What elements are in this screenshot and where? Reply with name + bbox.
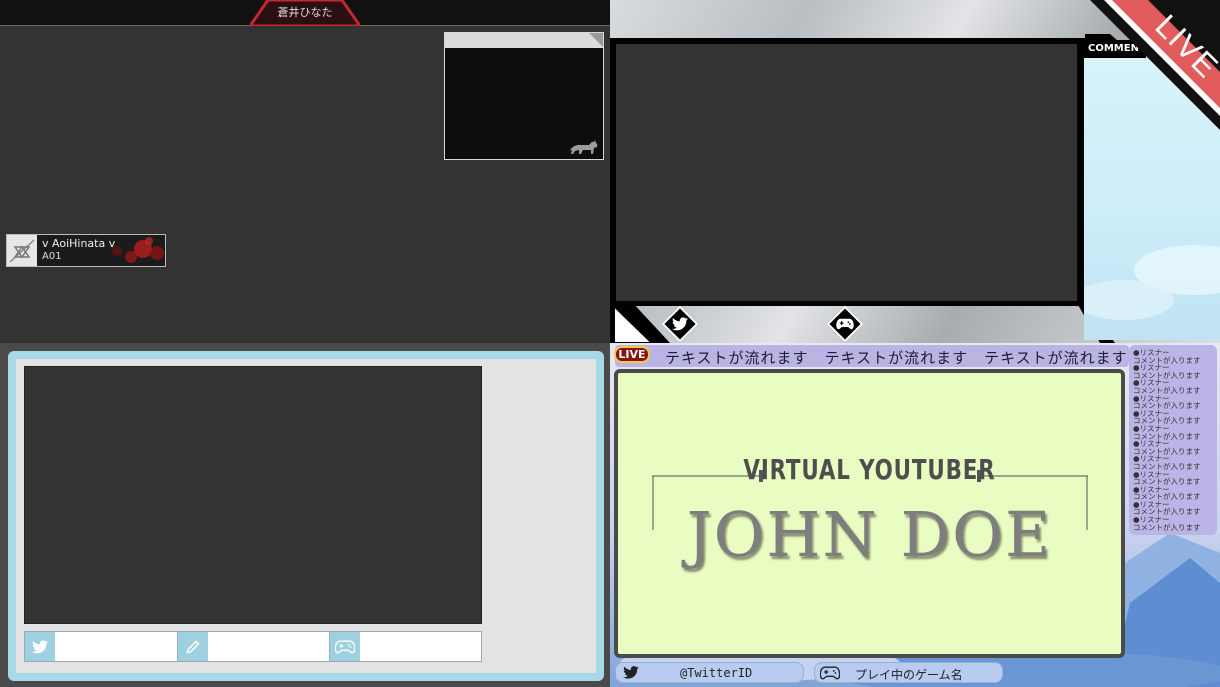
subtitle-text: VIRTUAL YOUTUBER	[743, 453, 996, 486]
streamer-id: A01	[42, 251, 62, 262]
game-field[interactable]	[329, 631, 482, 662]
gamepad-icon	[820, 666, 840, 680]
game-link[interactable]	[826, 305, 864, 343]
game-name-pill[interactable]: プレイ中のゲーム名	[814, 662, 1003, 683]
pencil-icon	[178, 632, 208, 661]
overlay-template-grid: 蒼井ひなた v AoiHinata v A01 COMMENT LIVE テキス…	[0, 0, 1220, 687]
game-name-text: プレイ中のゲーム名	[855, 668, 963, 682]
gamepad-icon	[330, 632, 360, 661]
twitter-icon	[25, 632, 55, 661]
twitter-link[interactable]	[661, 305, 699, 343]
comment-line: コメントが入ります	[1133, 522, 1201, 532]
ticker-bar: テキストが流れます テキストが流れます テキストが流れます	[615, 345, 1129, 367]
game-screen	[616, 44, 1077, 301]
overlay-gray-live: COMMENT LIVE	[610, 0, 1220, 343]
logo-icon	[7, 235, 37, 266]
title-tab-text: 蒼井ひなた	[277, 6, 333, 19]
streamer-name: v AoiHinata v	[42, 237, 116, 250]
overlay-lime-lilac: テキストが流れます テキストが流れます テキストが流れます LIVE VIRTU…	[610, 343, 1220, 687]
main-panel: VIRTUAL YOUTUBER JOHN DOE	[614, 369, 1125, 658]
game-screen	[24, 366, 482, 624]
ticker-text: テキストが流れます テキストが流れます テキストが流れます	[665, 349, 1128, 367]
live-badge: LIVE	[614, 346, 650, 363]
camera-window-bar	[445, 33, 603, 48]
twitter-icon	[623, 666, 639, 679]
twitter-icon	[665, 309, 695, 339]
twitter-field[interactable]	[24, 631, 178, 662]
overlay-light-blue	[0, 343, 610, 687]
twitter-id-text: @TwitterID	[680, 666, 753, 680]
corner-fold-icon	[589, 33, 603, 47]
name-badge: v AoiHinata v A01	[6, 234, 166, 267]
cat-icon	[569, 140, 598, 154]
comment-list: ●リスナー コメントが入ります ●リスナー コメントが入ります ●リスナー コメ…	[1129, 345, 1217, 535]
overlay-dark-red: 蒼井ひなた v AoiHinata v A01	[0, 0, 610, 343]
twitter-id-pill[interactable]: @TwitterID	[615, 662, 804, 683]
note-field[interactable]	[177, 631, 330, 662]
main-title: JOHN DOE	[686, 498, 1053, 571]
camera-window	[444, 32, 604, 160]
game-frame	[610, 38, 1085, 306]
gamepad-icon	[830, 309, 860, 339]
